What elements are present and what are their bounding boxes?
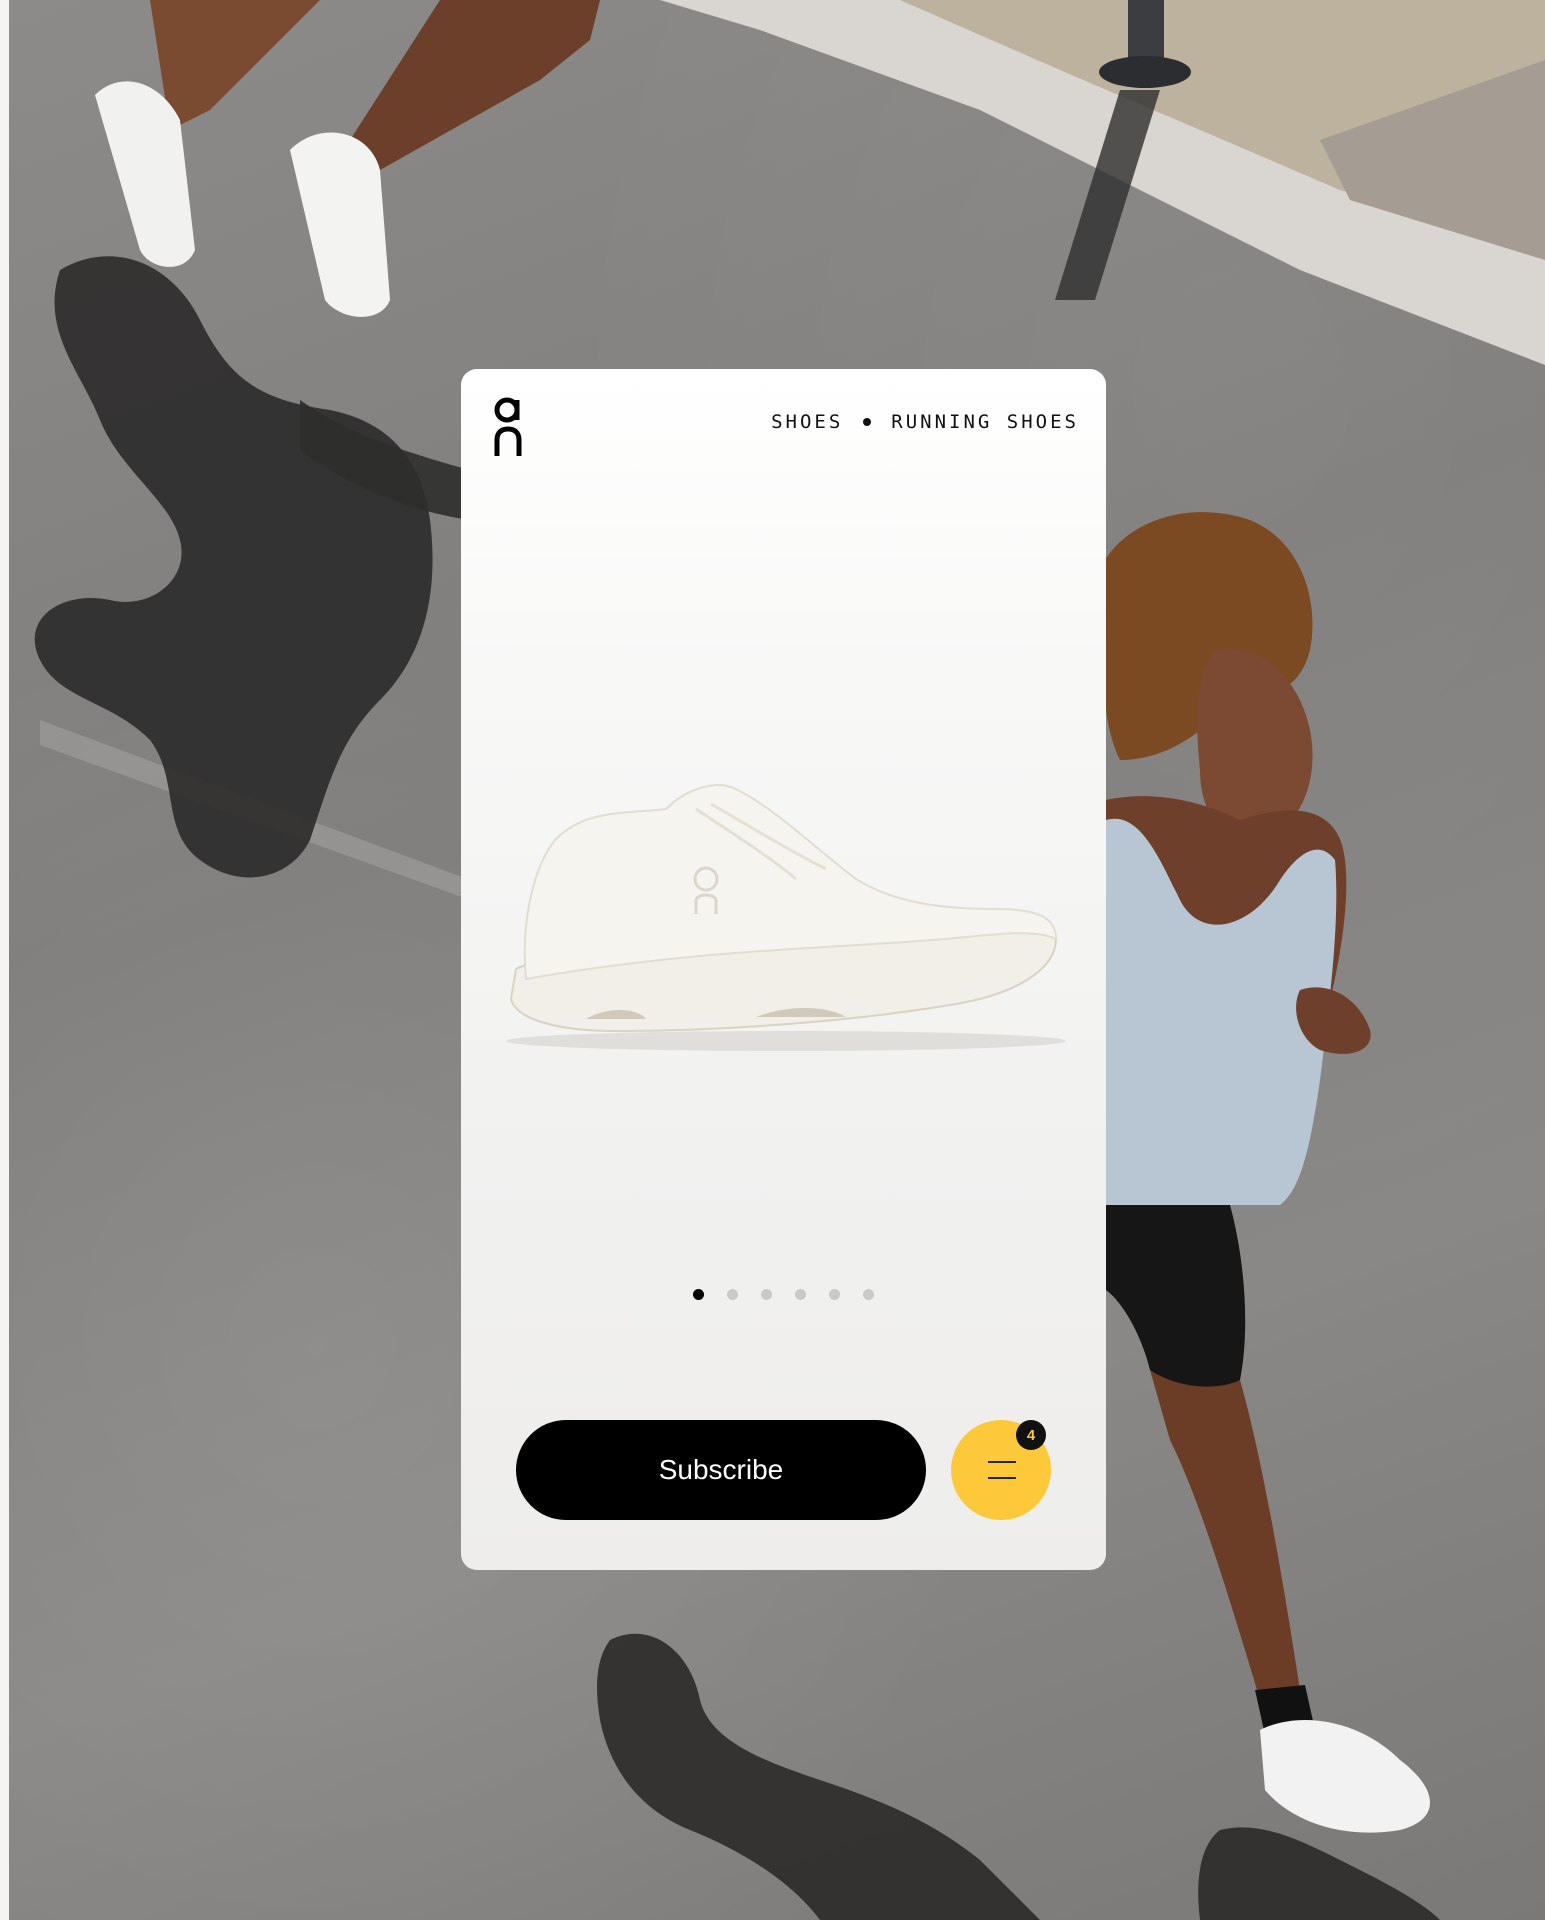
runner-shadow-bottom-right [1198, 1827, 1440, 1920]
on-logo-icon[interactable] [492, 394, 524, 458]
menu-button[interactable]: 4 [951, 1420, 1051, 1520]
carousel-dot[interactable] [863, 1289, 874, 1300]
breadcrumb-item-running-shoes[interactable]: RUNNING SHOES [891, 411, 1079, 433]
dot-separator-icon [863, 418, 872, 426]
carousel-pagination [461, 1289, 1106, 1300]
cart-count-badge: 4 [1016, 1420, 1046, 1450]
running-shoe-icon[interactable] [496, 769, 1071, 1069]
breadcrumb-item-shoes[interactable]: SHOES [771, 411, 843, 433]
runner-shadow-bottom [597, 1633, 1040, 1920]
carousel-dot[interactable] [829, 1289, 840, 1300]
bollard-base [1099, 56, 1191, 88]
runner-shoe-right [290, 132, 390, 317]
runner-leg [1150, 1370, 1300, 1700]
runner-leg-left [150, 0, 320, 130]
runner-shorts [1106, 1205, 1246, 1393]
carousel-dot[interactable] [693, 1289, 704, 1300]
subscribe-button[interactable]: Subscribe [516, 1420, 926, 1520]
product-card: SHOES RUNNING SHOES Subscribe 4 [461, 369, 1106, 1570]
carousel-dot[interactable] [795, 1289, 806, 1300]
carousel-dot[interactable] [761, 1289, 772, 1300]
runner-shoe [1260, 1720, 1430, 1833]
carousel-dot[interactable] [727, 1289, 738, 1300]
runner-shadow-left [34, 256, 433, 878]
menu-icon [988, 1461, 1016, 1479]
runner-leg-right [350, 0, 600, 170]
breadcrumb: SHOES RUNNING SHOES [771, 411, 1079, 433]
